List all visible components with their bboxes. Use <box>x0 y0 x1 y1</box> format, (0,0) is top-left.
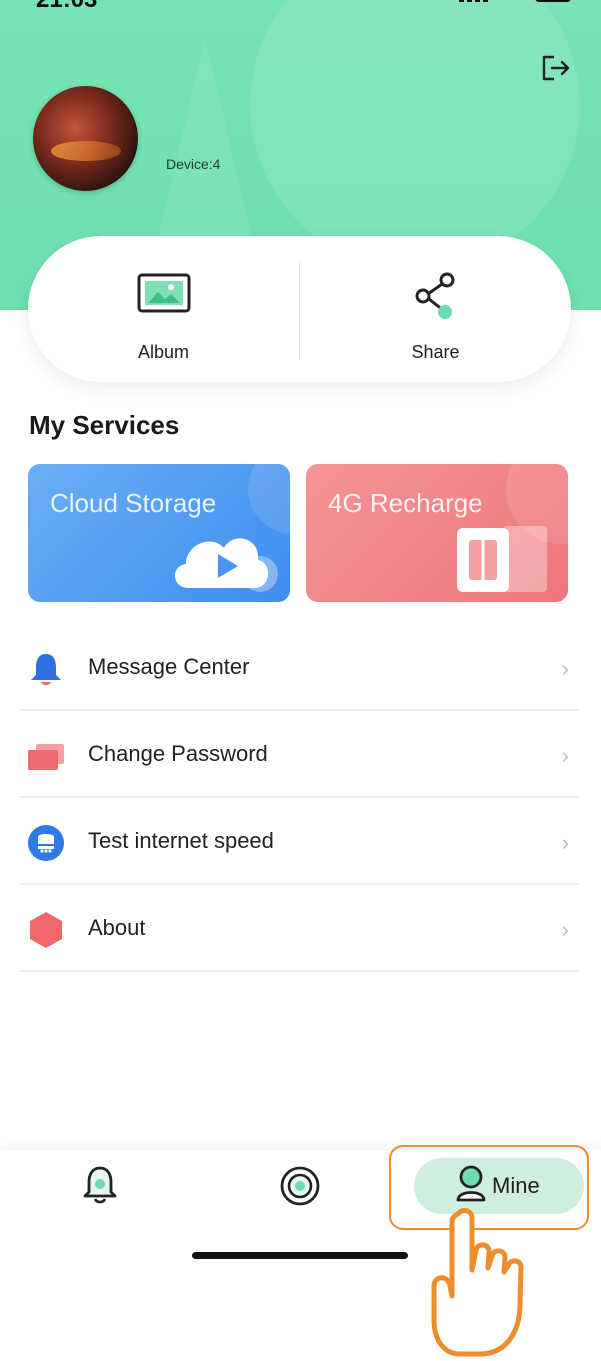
quick-actions-card: Album Share <box>28 236 571 382</box>
avatar[interactable] <box>33 86 138 191</box>
status-time: 21:03 <box>36 0 97 14</box>
cloud-storage-label: Cloud Storage <box>50 488 217 518</box>
chevron-right-icon: › <box>561 656 569 681</box>
bell-outline-icon <box>83 1166 117 1204</box>
menu-item-about[interactable]: About › <box>20 885 579 972</box>
password-icon <box>28 744 64 770</box>
router-icon <box>28 825 64 861</box>
share-icon <box>415 272 454 319</box>
bell-icon <box>31 654 61 685</box>
sim-card-icon <box>457 526 547 592</box>
album-label: Album <box>137 342 190 362</box>
4g-recharge-card[interactable]: 4G Recharge <box>306 464 568 602</box>
status-bar: 21:03 <box>0 0 601 16</box>
device-count: Device:4 <box>166 156 221 172</box>
album-button[interactable]: Album <box>28 236 299 382</box>
tab-devices[interactable] <box>278 1164 322 1210</box>
battery-icon <box>535 0 571 2</box>
menu-item-message-center[interactable]: Message Center › <box>20 624 579 711</box>
tap-hand-icon <box>431 1208 524 1357</box>
home-indicator <box>192 1252 408 1259</box>
signal-icon <box>459 0 489 2</box>
chevron-right-icon: › <box>561 830 569 855</box>
cloud-play-icon <box>174 538 278 592</box>
cloud-storage-card[interactable]: Cloud Storage <box>28 464 290 602</box>
menu-item-label: About <box>88 915 146 940</box>
header-decoration <box>250 0 580 270</box>
chevron-right-icon: › <box>561 917 569 942</box>
camera-icon <box>280 1166 320 1206</box>
album-icon <box>137 273 190 313</box>
services-title: My Services <box>29 410 180 440</box>
settings-menu: Message Center › Change Password › Test … <box>20 624 579 972</box>
wifi-icon <box>499 0 525 2</box>
share-label: Share <box>411 342 460 362</box>
tab-alerts[interactable] <box>80 1164 120 1210</box>
logout-icon[interactable] <box>540 53 572 83</box>
status-icons <box>459 0 571 2</box>
menu-item-test-internet-speed[interactable]: Test internet speed › <box>20 798 579 885</box>
hexagon-icon <box>30 912 62 948</box>
4g-recharge-label: 4G Recharge <box>328 488 483 518</box>
menu-item-label: Message Center <box>88 654 250 679</box>
menu-item-label: Test internet speed <box>88 828 274 853</box>
chevron-right-icon: › <box>561 743 569 768</box>
menu-item-label: Change Password <box>88 741 268 766</box>
share-button[interactable]: Share <box>300 236 571 382</box>
menu-item-change-password[interactable]: Change Password › <box>20 711 579 798</box>
